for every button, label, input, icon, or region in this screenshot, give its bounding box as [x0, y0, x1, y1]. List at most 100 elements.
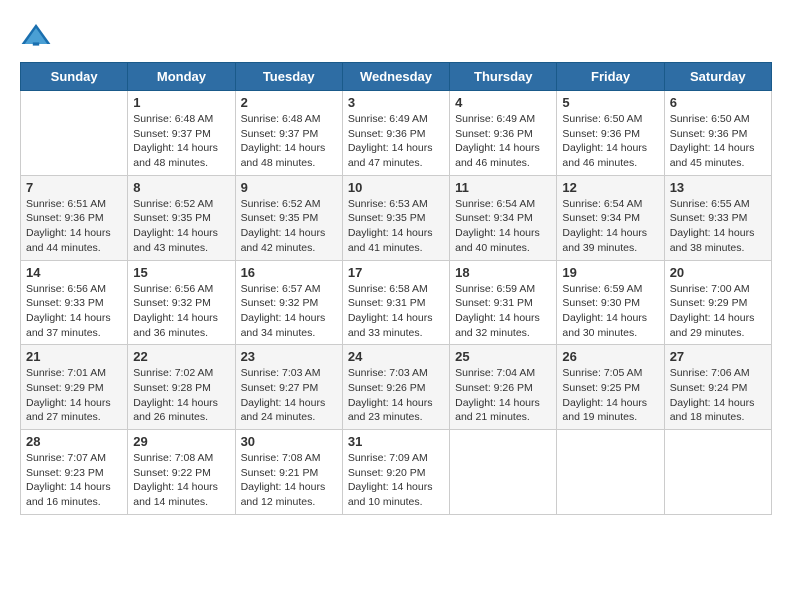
date-number: 28 — [26, 434, 122, 449]
cell-content: Sunrise: 6:56 AM Sunset: 9:33 PM Dayligh… — [26, 282, 122, 341]
date-number: 6 — [670, 95, 766, 110]
cell-content: Sunrise: 6:56 AM Sunset: 9:32 PM Dayligh… — [133, 282, 229, 341]
cell-content: Sunrise: 6:59 AM Sunset: 9:31 PM Dayligh… — [455, 282, 551, 341]
week-row-3: 14 Sunrise: 6:56 AM Sunset: 9:33 PM Dayli… — [21, 260, 772, 345]
calendar-cell — [21, 91, 128, 176]
date-number: 25 — [455, 349, 551, 364]
logo-icon — [20, 20, 52, 52]
calendar-cell — [557, 430, 664, 515]
date-number: 20 — [670, 265, 766, 280]
week-row-4: 21 Sunrise: 7:01 AM Sunset: 9:29 PM Dayli… — [21, 345, 772, 430]
cell-content: Sunrise: 6:48 AM Sunset: 9:37 PM Dayligh… — [241, 112, 337, 171]
calendar-cell: 4 Sunrise: 6:49 AM Sunset: 9:36 PM Daylig… — [450, 91, 557, 176]
date-number: 21 — [26, 349, 122, 364]
cell-content: Sunrise: 7:00 AM Sunset: 9:29 PM Dayligh… — [670, 282, 766, 341]
cell-content: Sunrise: 7:05 AM Sunset: 9:25 PM Dayligh… — [562, 366, 658, 425]
calendar-cell: 7 Sunrise: 6:51 AM Sunset: 9:36 PM Daylig… — [21, 175, 128, 260]
cell-content: Sunrise: 6:52 AM Sunset: 9:35 PM Dayligh… — [241, 197, 337, 256]
date-number: 17 — [348, 265, 444, 280]
days-header-row: SundayMondayTuesdayWednesdayThursdayFrid… — [21, 63, 772, 91]
calendar-cell: 21 Sunrise: 7:01 AM Sunset: 9:29 PM Dayli… — [21, 345, 128, 430]
calendar-cell: 27 Sunrise: 7:06 AM Sunset: 9:24 PM Dayli… — [664, 345, 771, 430]
calendar-cell: 18 Sunrise: 6:59 AM Sunset: 9:31 PM Dayli… — [450, 260, 557, 345]
date-number: 8 — [133, 180, 229, 195]
day-header-saturday: Saturday — [664, 63, 771, 91]
cell-content: Sunrise: 6:50 AM Sunset: 9:36 PM Dayligh… — [670, 112, 766, 171]
day-header-monday: Monday — [128, 63, 235, 91]
calendar-cell: 16 Sunrise: 6:57 AM Sunset: 9:32 PM Dayli… — [235, 260, 342, 345]
calendar-cell: 3 Sunrise: 6:49 AM Sunset: 9:36 PM Daylig… — [342, 91, 449, 176]
cell-content: Sunrise: 6:49 AM Sunset: 9:36 PM Dayligh… — [455, 112, 551, 171]
calendar-cell: 8Sunrise: 6:52 AM Sunset: 9:35 PM Daylig… — [128, 175, 235, 260]
cell-content: Sunrise: 7:03 AM Sunset: 9:27 PM Dayligh… — [241, 366, 337, 425]
date-number: 24 — [348, 349, 444, 364]
cell-content: Sunrise: 6:48 AM Sunset: 9:37 PM Dayligh… — [133, 112, 229, 171]
date-number: 16 — [241, 265, 337, 280]
cell-content: Sunrise: 7:08 AM Sunset: 9:21 PM Dayligh… — [241, 451, 337, 510]
calendar-cell: 13 Sunrise: 6:55 AM Sunset: 9:33 PM Dayli… — [664, 175, 771, 260]
date-number: 12 — [562, 180, 658, 195]
cell-content: Sunrise: 6:54 AM Sunset: 9:34 PM Dayligh… — [455, 197, 551, 256]
date-number: 1 — [133, 95, 229, 110]
calendar-cell: 6 Sunrise: 6:50 AM Sunset: 9:36 PM Daylig… — [664, 91, 771, 176]
cell-content: Sunrise: 6:49 AM Sunset: 9:36 PM Dayligh… — [348, 112, 444, 171]
cell-content: Sunrise: 7:02 AM Sunset: 9:28 PM Dayligh… — [133, 366, 229, 425]
date-number: 31 — [348, 434, 444, 449]
cell-content: Sunrise: 6:59 AM Sunset: 9:30 PM Dayligh… — [562, 282, 658, 341]
calendar-cell: 25 Sunrise: 7:04 AM Sunset: 9:26 PM Dayli… — [450, 345, 557, 430]
cell-content: Sunrise: 7:03 AM Sunset: 9:26 PM Dayligh… — [348, 366, 444, 425]
date-number: 11 — [455, 180, 551, 195]
date-number: 4 — [455, 95, 551, 110]
date-number: 10 — [348, 180, 444, 195]
cell-content: Sunrise: 6:50 AM Sunset: 9:36 PM Dayligh… — [562, 112, 658, 171]
date-number: 15 — [133, 265, 229, 280]
calendar-cell: 20 Sunrise: 7:00 AM Sunset: 9:29 PM Dayli… — [664, 260, 771, 345]
cell-content: Sunrise: 7:06 AM Sunset: 9:24 PM Dayligh… — [670, 366, 766, 425]
day-header-friday: Friday — [557, 63, 664, 91]
calendar-cell: 31 Sunrise: 7:09 AM Sunset: 9:20 PM Dayli… — [342, 430, 449, 515]
date-number: 30 — [241, 434, 337, 449]
cell-content: Sunrise: 7:09 AM Sunset: 9:20 PM Dayligh… — [348, 451, 444, 510]
day-header-thursday: Thursday — [450, 63, 557, 91]
logo — [20, 20, 56, 52]
cell-content: Sunrise: 7:01 AM Sunset: 9:29 PM Dayligh… — [26, 366, 122, 425]
date-number: 27 — [670, 349, 766, 364]
cell-content: Sunrise: 7:08 AM Sunset: 9:22 PM Dayligh… — [133, 451, 229, 510]
cell-content: Sunrise: 6:58 AM Sunset: 9:31 PM Dayligh… — [348, 282, 444, 341]
calendar-cell: 30 Sunrise: 7:08 AM Sunset: 9:21 PM Dayli… — [235, 430, 342, 515]
calendar-cell: 29 Sunrise: 7:08 AM Sunset: 9:22 PM Dayli… — [128, 430, 235, 515]
cell-content: Sunrise: 6:54 AM Sunset: 9:34 PM Dayligh… — [562, 197, 658, 256]
cell-content: Sunrise: 6:55 AM Sunset: 9:33 PM Dayligh… — [670, 197, 766, 256]
calendar-cell: 2 Sunrise: 6:48 AM Sunset: 9:37 PM Daylig… — [235, 91, 342, 176]
date-number: 29 — [133, 434, 229, 449]
date-number: 22 — [133, 349, 229, 364]
day-header-wednesday: Wednesday — [342, 63, 449, 91]
date-number: 3 — [348, 95, 444, 110]
calendar-cell: 17 Sunrise: 6:58 AM Sunset: 9:31 PM Dayli… — [342, 260, 449, 345]
date-number: 7 — [26, 180, 122, 195]
date-number: 9 — [241, 180, 337, 195]
calendar-cell: 23 Sunrise: 7:03 AM Sunset: 9:27 PM Dayli… — [235, 345, 342, 430]
cell-content: Sunrise: 7:04 AM Sunset: 9:26 PM Dayligh… — [455, 366, 551, 425]
calendar-cell: 10Sunrise: 6:53 AM Sunset: 9:35 PM Dayli… — [342, 175, 449, 260]
calendar-table: SundayMondayTuesdayWednesdayThursdayFrid… — [20, 62, 772, 515]
calendar-cell: 19 Sunrise: 6:59 AM Sunset: 9:30 PM Dayli… — [557, 260, 664, 345]
date-number: 2 — [241, 95, 337, 110]
cell-content: Sunrise: 6:51 AM Sunset: 9:36 PM Dayligh… — [26, 197, 122, 256]
calendar-cell: 12 Sunrise: 6:54 AM Sunset: 9:34 PM Dayli… — [557, 175, 664, 260]
week-row-1: 1 Sunrise: 6:48 AM Sunset: 9:37 PM Daylig… — [21, 91, 772, 176]
calendar-cell: 22 Sunrise: 7:02 AM Sunset: 9:28 PM Dayli… — [128, 345, 235, 430]
calendar-cell: 14 Sunrise: 6:56 AM Sunset: 9:33 PM Dayli… — [21, 260, 128, 345]
date-number: 14 — [26, 265, 122, 280]
date-number: 19 — [562, 265, 658, 280]
date-number: 23 — [241, 349, 337, 364]
calendar-cell: 15 Sunrise: 6:56 AM Sunset: 9:32 PM Dayli… — [128, 260, 235, 345]
date-number: 18 — [455, 265, 551, 280]
day-header-sunday: Sunday — [21, 63, 128, 91]
week-row-5: 28Sunrise: 7:07 AM Sunset: 9:23 PM Dayli… — [21, 430, 772, 515]
cell-content: Sunrise: 6:57 AM Sunset: 9:32 PM Dayligh… — [241, 282, 337, 341]
calendar-cell — [664, 430, 771, 515]
date-number: 13 — [670, 180, 766, 195]
calendar-cell: 5Sunrise: 6:50 AM Sunset: 9:36 PM Daylig… — [557, 91, 664, 176]
week-row-2: 7 Sunrise: 6:51 AM Sunset: 9:36 PM Daylig… — [21, 175, 772, 260]
